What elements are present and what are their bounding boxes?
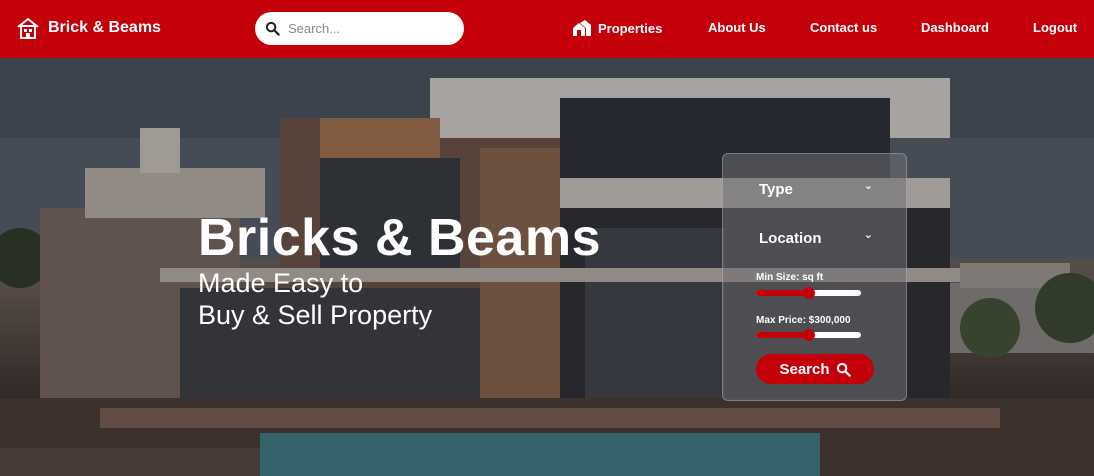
search-button-label: Search [779, 360, 830, 378]
type-dropdown-label: Type [759, 181, 793, 198]
nav-logout[interactable]: Logout [1033, 20, 1077, 35]
house-logo-icon [17, 17, 39, 39]
max-price-slider[interactable] [756, 329, 861, 341]
max-price-label: Max Price: $300,000 [756, 315, 851, 326]
search-input[interactable] [288, 21, 448, 36]
max-price-slider-fill [756, 332, 809, 338]
houses-icon [573, 20, 591, 36]
chevron-down-icon: ⌄ [863, 180, 873, 192]
nav-dashboard[interactable]: Dashboard [921, 20, 989, 35]
search-icon [836, 362, 851, 377]
search-icon [265, 21, 280, 36]
brand-name: Brick & Beams [48, 19, 161, 36]
hero-subtitle-line2: Buy & Sell Property [198, 300, 433, 330]
min-size-slider-thumb[interactable] [802, 287, 815, 299]
max-price-slider-thumb[interactable] [802, 329, 815, 341]
type-dropdown[interactable]: Type ⌄ [759, 180, 873, 198]
min-size-slider[interactable] [756, 287, 861, 299]
property-filter-panel: Type ⌄ Location ⌄ Min Size: sq ft Max Pr… [722, 153, 907, 401]
brand[interactable]: Brick & Beams [16, 16, 161, 40]
hero-title: Bricks & Beams [198, 209, 601, 267]
location-dropdown-label: Location [759, 230, 822, 247]
search-bar[interactable] [255, 12, 464, 45]
hero-section: Bricks & Beams Made Easy to Buy & Sell P… [0, 58, 1094, 476]
nav-contact-us[interactable]: Contact us [810, 20, 877, 35]
location-dropdown[interactable]: Location ⌄ [759, 229, 873, 247]
top-navbar: Brick & Beams Properties About Us Contac… [0, 0, 1094, 58]
hero-subtitle-line1: Made Easy to [198, 268, 364, 298]
nav-properties[interactable]: Properties [572, 20, 662, 37]
min-size-label: Min Size: sq ft [756, 272, 824, 283]
chevron-down-icon: ⌄ [863, 229, 873, 241]
nav-properties-label: Properties [598, 21, 663, 36]
min-size-slider-fill [756, 290, 809, 296]
search-button[interactable]: Search [756, 354, 874, 384]
nav-about-us[interactable]: About Us [708, 20, 766, 35]
